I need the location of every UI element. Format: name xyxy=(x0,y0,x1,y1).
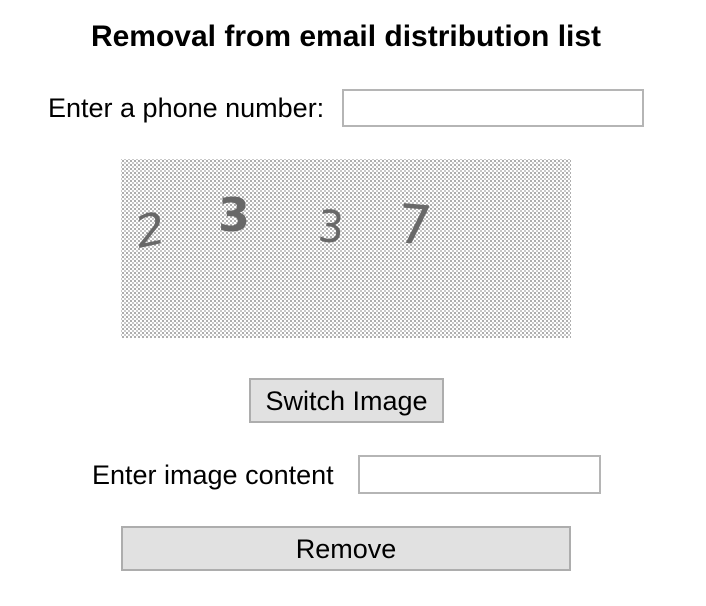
remove-button[interactable]: Remove xyxy=(121,526,571,571)
captcha-digits: 2 3 3 7 xyxy=(130,188,435,259)
captcha-digit-4: 7 xyxy=(395,192,435,258)
phone-number-label: Enter a phone number: xyxy=(48,93,325,123)
captcha-digit-1: 2 xyxy=(130,202,169,259)
captcha-image: 2 3 3 7 xyxy=(121,159,571,338)
captcha-digit-2: 3 xyxy=(218,188,250,242)
image-content-label: Enter image content xyxy=(92,460,334,490)
image-content-input[interactable] xyxy=(358,455,601,494)
phone-number-input[interactable] xyxy=(342,89,644,127)
captcha-digit-3: 3 xyxy=(316,201,345,254)
page-title: Removal from email distribution list xyxy=(90,20,602,53)
switch-image-button[interactable]: Switch Image xyxy=(249,378,444,423)
